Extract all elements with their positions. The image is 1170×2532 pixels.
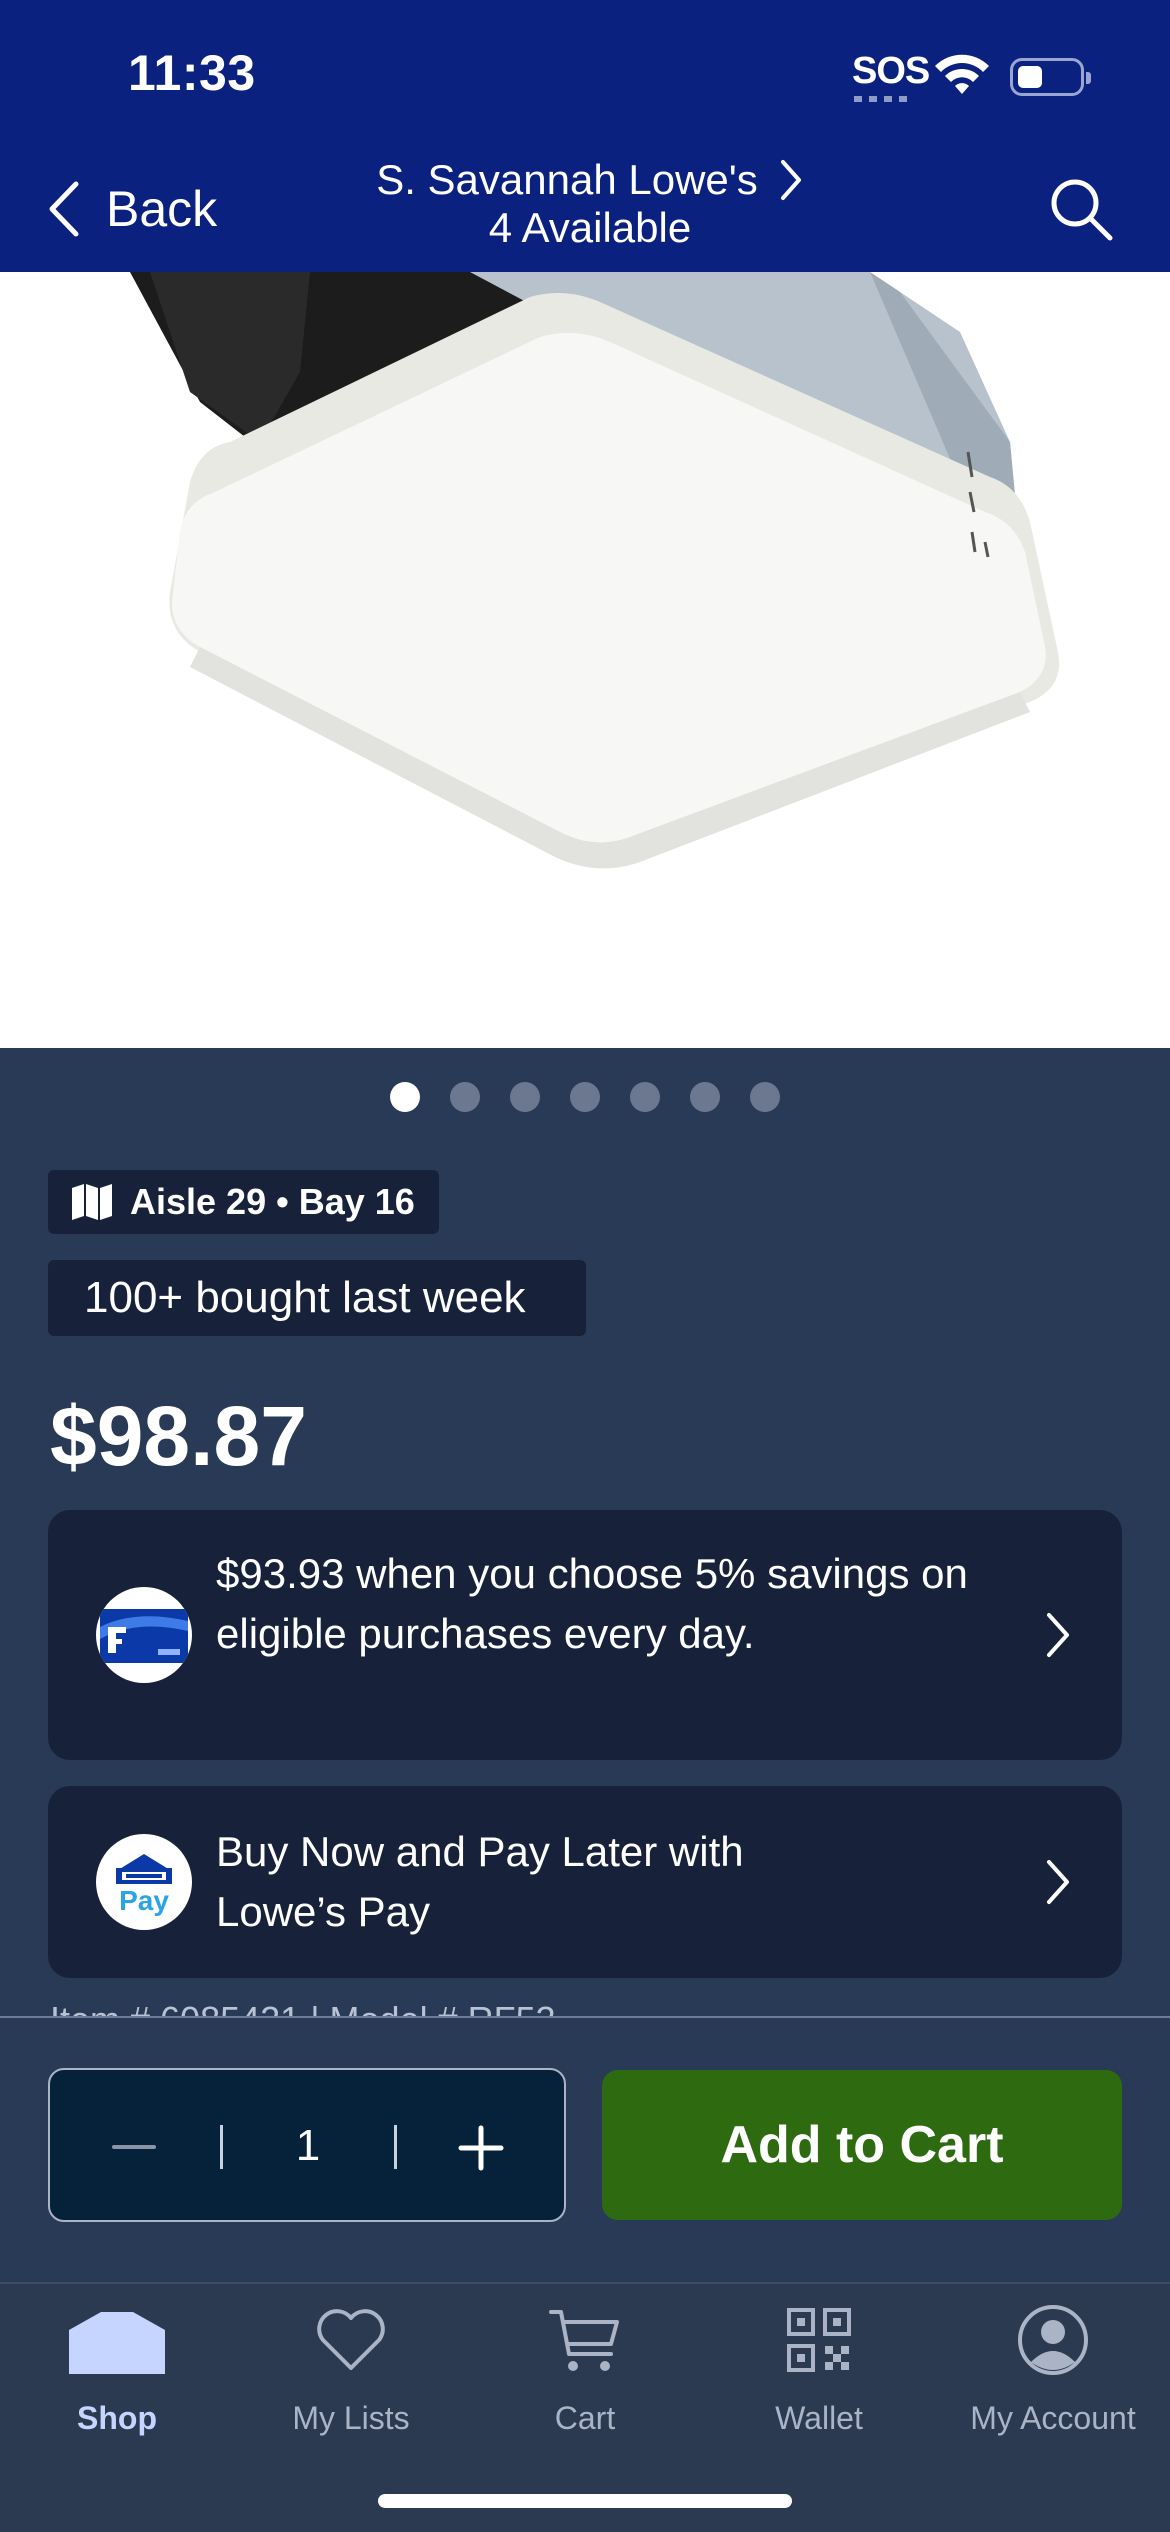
carousel-dot[interactable] [450, 1082, 480, 1112]
minus-icon[interactable] [112, 2127, 156, 2167]
tab-cart[interactable]: Cart [468, 2302, 702, 2452]
lowes-card-icon [96, 1587, 192, 1683]
tab-label: My Lists [292, 2400, 410, 2436]
image-carousel-dots[interactable] [0, 1082, 1170, 1112]
status-time: 11:33 [128, 45, 256, 101]
card-savings-promo[interactable]: $93.93 when you choose 5% savings on eli… [48, 1510, 1122, 1760]
exhaust-fan-illustration [130, 272, 1060, 869]
lowes-pay-promo-text: Buy Now and Pay Later with Lowe’s Pay [216, 1828, 744, 1935]
carousel-dot[interactable] [690, 1082, 720, 1112]
tab-label: Cart [554, 2400, 616, 2436]
map-icon [72, 1184, 112, 1220]
svg-text:Pay: Pay [119, 1885, 169, 1916]
tab-my-account[interactable]: My Account [936, 2302, 1170, 2452]
chevron-right-icon [780, 160, 801, 200]
chevron-left-icon [49, 181, 79, 237]
tab-label: Shop [77, 2400, 157, 2436]
social-proof-badge: 100+ bought last week [48, 1260, 586, 1336]
carousel-dot[interactable] [750, 1082, 780, 1112]
shop-icon [69, 2312, 165, 2374]
battery-icon [1010, 58, 1091, 96]
signal-dots-icon [854, 96, 912, 102]
tab-wallet[interactable]: Wallet [702, 2302, 936, 2452]
store-name: S. Savannah Lowe's [376, 156, 758, 203]
savings-promo-text: $93.93 when you choose 5% savings on eli… [216, 1550, 968, 1657]
product-image[interactable] [0, 272, 1170, 1048]
aisle-location-badge[interactable]: Aisle 29 • Bay 16 [48, 1170, 439, 1234]
cart-icon [549, 2310, 619, 2371]
carousel-dot[interactable] [570, 1082, 600, 1112]
aisle-location-text: Aisle 29 • Bay 16 [130, 1181, 415, 1222]
quantity-value[interactable]: 1 [222, 2118, 394, 2174]
wifi-icon [935, 54, 989, 94]
tab-label: Wallet [775, 2400, 863, 2436]
chevron-right-icon [1047, 1613, 1069, 1657]
search-icon[interactable] [1048, 176, 1114, 242]
store-selector[interactable]: S. Savannah Lowe's 4 Available [340, 156, 840, 252]
item-model-number: Item # 6085421 | Model # RF53 [50, 1998, 556, 2018]
store-availability: 4 Available [488, 204, 692, 251]
add-to-cart-button[interactable]: Add to Cart [602, 2070, 1122, 2220]
account-icon [1018, 2305, 1088, 2375]
tab-shop[interactable]: Shop [0, 2302, 234, 2452]
home-indicator[interactable] [378, 2494, 792, 2508]
carousel-dot[interactable] [390, 1082, 420, 1112]
lowes-pay-icon: Pay [96, 1834, 192, 1930]
qr-code-icon [787, 2308, 851, 2372]
carousel-dot[interactable] [630, 1082, 660, 1112]
quantity-stepper: 1 [48, 2068, 566, 2222]
tab-label: My Account [970, 2400, 1136, 2436]
chevron-right-icon [1047, 1860, 1069, 1904]
tab-my-lists[interactable]: My Lists [234, 2302, 468, 2452]
heart-icon [317, 2309, 385, 2370]
sos-indicator: SOS [852, 50, 930, 92]
plus-icon[interactable] [458, 2125, 504, 2171]
social-proof-text: 100+ bought last week [84, 1273, 526, 1322]
product-price: $98.87 [50, 1389, 307, 1483]
back-label: Back [106, 181, 218, 237]
carousel-dot[interactable] [510, 1082, 540, 1112]
back-button[interactable]: Back [44, 176, 217, 242]
lowes-pay-promo[interactable]: Pay Buy Now and Pay Later with Lowe’s Pa… [48, 1786, 1122, 1978]
app-header: 11:33 SOS Back S. Savannah Lowe's 4 Avai… [0, 0, 1170, 272]
purchase-action-bar: 1 Add to Cart [0, 2016, 1170, 2282]
